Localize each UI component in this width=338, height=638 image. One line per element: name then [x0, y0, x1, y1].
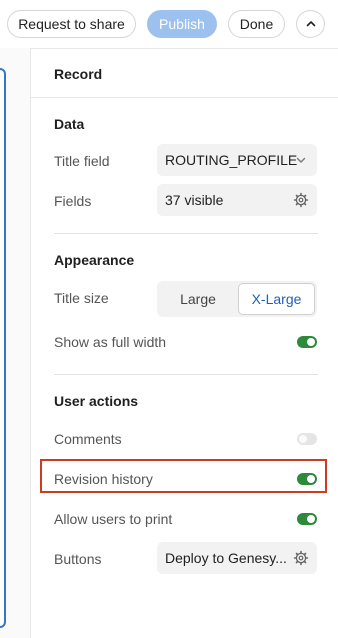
fields-button[interactable]: 37 visible: [157, 184, 317, 216]
title-size-segmented-control: Large X-Large: [157, 281, 317, 317]
comments-label: Comments: [54, 431, 122, 447]
toggle-knob: [307, 338, 315, 346]
gear-icon: [293, 550, 309, 566]
done-button[interactable]: Done: [228, 10, 285, 38]
revision-history-toggle[interactable]: [297, 473, 317, 485]
publish-button[interactable]: Publish: [147, 10, 217, 38]
gear-icon: [293, 192, 309, 208]
appearance-section-title: Appearance: [54, 252, 135, 268]
data-section-title: Data: [54, 116, 85, 132]
user-actions-section-title: User actions: [54, 393, 139, 409]
title-size-large-option[interactable]: Large: [159, 283, 237, 315]
print-toggle[interactable]: [297, 513, 317, 525]
panel-header: Record: [31, 49, 338, 98]
title-field-select[interactable]: ROUTING_PROFILE: [157, 144, 317, 176]
title-field-value: ROUTING_PROFILE: [165, 152, 298, 168]
toggle-knob: [299, 435, 307, 443]
fields-value: 37 visible: [165, 192, 224, 208]
toggle-knob: [307, 515, 315, 523]
chevron-down-icon: [296, 157, 306, 163]
full-width-label: Show as full width: [54, 334, 167, 350]
collapse-button[interactable]: [296, 10, 325, 38]
full-width-toggle[interactable]: [297, 336, 317, 348]
title-size-label: Title size: [54, 290, 109, 306]
selected-record-card[interactable]: [0, 68, 6, 628]
buttons-value: Deploy to Genesy...: [165, 550, 287, 566]
title-field-label: Title field: [54, 153, 110, 169]
fields-label: Fields: [54, 193, 92, 209]
buttons-label: Buttons: [54, 551, 102, 567]
divider: [54, 374, 318, 375]
panel-title: Record: [54, 66, 103, 82]
comments-toggle[interactable]: [297, 433, 317, 445]
chevron-up-icon: [306, 21, 315, 27]
properties-panel: Record Data Title field ROUTING_PROFILE …: [31, 49, 338, 638]
title-size-xlarge-option[interactable]: X-Large: [238, 283, 315, 315]
top-toolbar: Request to share Publish Done: [0, 0, 338, 49]
request-to-share-button[interactable]: Request to share: [7, 10, 136, 38]
buttons-config[interactable]: Deploy to Genesy...: [157, 542, 317, 574]
print-label: Allow users to print: [54, 511, 173, 527]
revision-history-label: Revision history: [54, 471, 153, 487]
divider: [54, 233, 318, 234]
toggle-knob: [307, 475, 315, 483]
